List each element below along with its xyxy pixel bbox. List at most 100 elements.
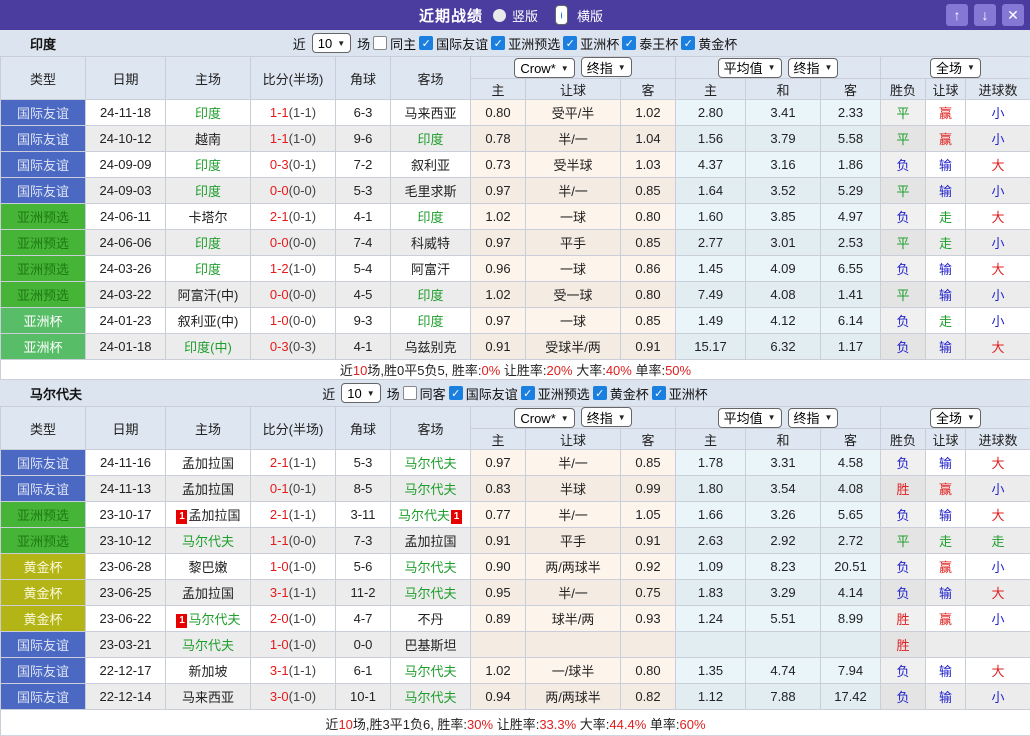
summary-segment: 大率:	[576, 717, 609, 732]
title-bar: 近期战绩 竖版 横版 ↑ ↓ ✕	[0, 0, 1030, 30]
summary-segment: 10	[353, 363, 367, 378]
match-count-select-value: 10	[347, 386, 361, 401]
sub-column-header: 让球	[926, 429, 966, 450]
odds-time-select[interactable]: 终指▼	[581, 57, 632, 77]
avg-away-odds: 2.53	[821, 230, 881, 256]
league-type-badge: 亚洲预选	[1, 256, 86, 282]
odds-time-select[interactable]: 终指▼	[581, 407, 632, 427]
sub-column-header: 客	[621, 429, 676, 450]
score: 2-1(0-1)	[251, 204, 336, 230]
horizontal-layout-label[interactable]: 横版	[577, 6, 603, 25]
score: 0-0(0-0)	[251, 282, 336, 308]
result-goals: 大	[966, 204, 1030, 230]
halftime-score: (0-0)	[289, 287, 316, 302]
table-body: 国际友谊24-11-16孟加拉国2-1(1-1)5-3马尔代夫0.97半/一0.…	[1, 450, 1030, 710]
result-handicap: 走	[926, 308, 966, 334]
crow-away-odds: 0.86	[621, 256, 676, 282]
league-filter-checkbox[interactable]: ✓	[491, 36, 505, 50]
league-type-badge: 国际友谊	[1, 684, 86, 710]
away-team-name: 阿富汗	[411, 262, 450, 277]
match-date: 24-01-18	[86, 334, 166, 360]
away-team: 马尔代夫	[391, 476, 471, 502]
summary-segment: 单率:	[632, 363, 665, 378]
window-buttons: ↑ ↓ ✕	[946, 4, 1024, 26]
odds-time-select[interactable]: 终指▼	[788, 408, 839, 428]
corner-score: 10-1	[336, 684, 391, 710]
score: 3-1(1-1)	[251, 580, 336, 606]
match-count-select[interactable]: 10▼	[312, 33, 351, 53]
home-team: 叙利亚(中)	[166, 308, 251, 334]
average-select[interactable]: 平均值▼	[718, 58, 782, 78]
move-up-button[interactable]: ↑	[946, 4, 968, 26]
crow-away-odds: 0.85	[621, 178, 676, 204]
period-select[interactable]: 全场▼	[930, 408, 981, 428]
match-row: 国际友谊24-09-03印度0-0(0-0)5-3毛里求斯0.97半/一0.85…	[1, 178, 1030, 204]
close-button[interactable]: ✕	[1002, 4, 1024, 26]
league-filter-checkbox[interactable]: ✓	[419, 36, 433, 50]
chevron-down-icon: ▼	[768, 413, 776, 422]
avg-away-odds: 1.17	[821, 334, 881, 360]
sub-column-header: 客	[821, 79, 881, 100]
score: 1-1(1-1)	[251, 100, 336, 126]
result-winloss: 平	[881, 100, 926, 126]
halftime-score: (1-0)	[289, 261, 316, 276]
games-label: 场	[357, 34, 370, 53]
league-filter-checkbox[interactable]: ✓	[681, 36, 695, 50]
period-select[interactable]: 全场▼	[930, 58, 981, 78]
corner-score: 7-2	[336, 152, 391, 178]
league-filter-checkbox[interactable]: ✓	[563, 36, 577, 50]
fulltime-score: 3-0	[270, 689, 289, 704]
league-filter-label: 黄金杯	[610, 384, 649, 403]
away-team-name: 不丹	[417, 612, 443, 627]
average-select[interactable]: 平均值▼	[718, 408, 782, 428]
vertical-layout-label[interactable]: 竖版	[512, 6, 538, 25]
avg-away-odds: 5.29	[821, 178, 881, 204]
summary-segment: 近	[340, 363, 353, 378]
avg-home-odds: 1.60	[676, 204, 746, 230]
result-winloss: 平	[881, 126, 926, 152]
league-type-badge: 黄金杯	[1, 606, 86, 632]
league-filter-checkbox[interactable]: ✓	[521, 386, 535, 400]
summary-segment: 10	[338, 717, 352, 732]
corner-score: 6-1	[336, 658, 391, 684]
crow-handicap: 平手	[526, 230, 621, 256]
bookmaker-select[interactable]: Crow*▼	[514, 408, 574, 428]
move-down-button[interactable]: ↓	[974, 4, 996, 26]
crow-handicap: 半/一	[526, 580, 621, 606]
crow-away-odds: 0.80	[621, 204, 676, 230]
crow-away-odds: 0.85	[621, 450, 676, 476]
league-filter-checkbox[interactable]: ✓	[652, 386, 666, 400]
league-type-badge: 亚洲预选	[1, 204, 86, 230]
crow-home-odds: 0.94	[471, 684, 526, 710]
result-winloss: 负	[881, 450, 926, 476]
result-goals: 大	[966, 580, 1030, 606]
crow-away-odds: 0.75	[621, 580, 676, 606]
fulltime-score: 0-0	[270, 287, 289, 302]
vertical-layout-radio[interactable]	[493, 9, 506, 22]
crow-handicap: 一球	[526, 204, 621, 230]
match-date: 24-06-06	[86, 230, 166, 256]
summary-segment: 场,胜0平5负5, 胜率:	[367, 363, 481, 378]
match-count-select[interactable]: 10▼	[341, 383, 380, 403]
same-venue-checkbox[interactable]	[373, 36, 387, 50]
summary-segment: 让胜率:	[500, 363, 546, 378]
halftime-score: (1-0)	[289, 131, 316, 146]
league-filter-checkbox[interactable]: ✓	[449, 386, 463, 400]
header-group-row: 类型日期主场比分(半场)角球客场Crow*▼终指▼平均值▼终指▼全场▼	[1, 407, 1030, 429]
league-filter-checkbox[interactable]: ✓	[622, 36, 636, 50]
bookmaker-select[interactable]: Crow*▼	[514, 58, 574, 78]
match-date: 24-03-22	[86, 282, 166, 308]
halftime-score: (0-0)	[289, 313, 316, 328]
crow-home-odds: 0.83	[471, 476, 526, 502]
league-filter-checkbox[interactable]: ✓	[593, 386, 607, 400]
odds-time-select[interactable]: 终指▼	[788, 58, 839, 78]
home-team-name: 越南	[195, 132, 221, 147]
fulltime-score: 1-0	[270, 313, 289, 328]
horizontal-layout-radio[interactable]	[555, 5, 568, 25]
crow-away-odds: 1.05	[621, 502, 676, 528]
home-team: 黎巴嫩	[166, 554, 251, 580]
period-select-value: 全场	[936, 408, 962, 427]
same-venue-checkbox[interactable]	[403, 386, 417, 400]
away-team: 马尔代夫	[391, 580, 471, 606]
summary-text: 近10场,胜3平1负6, 胜率:30% 让胜率:33.3% 大率:44.4% 单…	[1, 710, 1030, 736]
